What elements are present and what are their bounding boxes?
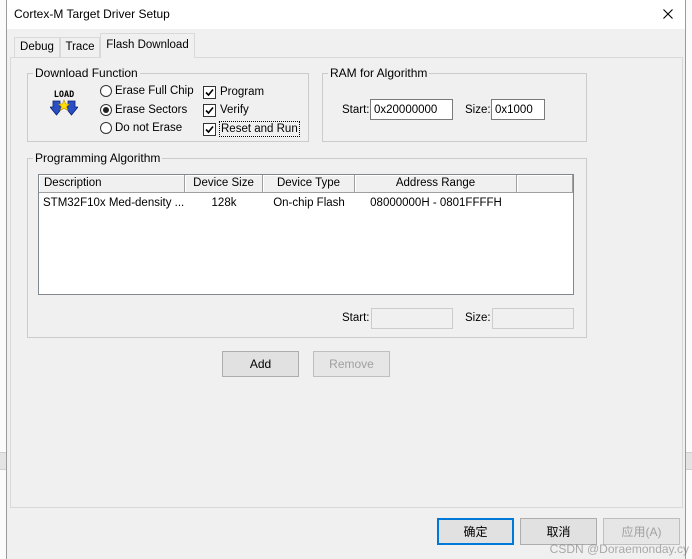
checkmark-icon [205, 106, 214, 114]
ram-start-input[interactable] [370, 99, 453, 120]
tab-debug[interactable]: Debug [14, 37, 60, 58]
column-header-filler [517, 175, 573, 193]
cell-device-size: 128k [211, 197, 237, 209]
download-function-group: Download Function LOAD Erase Full Chip E… [27, 66, 309, 142]
ok-button[interactable]: 确定 [437, 518, 514, 545]
checkbox-indicator[interactable] [203, 103, 216, 117]
tab-trace[interactable]: Trace [60, 37, 100, 58]
programming-algorithm-title: Programming Algorithm [33, 151, 163, 165]
algorithm-size-label: Size: [465, 312, 491, 324]
tab-flash-download-label: Flash Download [106, 39, 189, 51]
ram-size-label: Size: [465, 104, 491, 116]
ram-start-label: Start: [342, 104, 370, 116]
table-row[interactable]: STM32F10x Med-density ... 128k On-chip F… [39, 194, 517, 212]
radio-erase-sectors[interactable]: Erase Sectors [100, 102, 187, 118]
radio-erase-full-chip-label: Erase Full Chip [115, 85, 194, 97]
load-icon-text: LOAD [53, 90, 75, 100]
close-icon [663, 9, 673, 19]
tab-flash-download[interactable]: Flash Download [100, 33, 195, 58]
radio-indicator[interactable] [100, 122, 112, 134]
checkbox-verify-label: Verify [220, 104, 249, 116]
title-bar[interactable]: Cortex-M Target Driver Setup [7, 0, 685, 29]
cancel-button[interactable]: 取消 [520, 518, 597, 545]
column-header-device-type[interactable]: Device Type [263, 175, 355, 193]
radio-do-not-erase[interactable]: Do not Erase [100, 120, 182, 136]
checkbox-verify[interactable]: Verify [203, 102, 249, 118]
ram-for-algorithm-title: RAM for Algorithm [328, 66, 430, 80]
cell-device-type: On-chip Flash [273, 197, 345, 209]
algorithm-start-label: Start: [342, 312, 370, 324]
radio-indicator[interactable] [100, 85, 112, 97]
driver-setup-dialog: Cortex-M Target Driver Setup Debug Trace… [6, 0, 686, 559]
apply-button[interactable]: 应用(A) [603, 518, 680, 545]
remove-button[interactable]: Remove [313, 351, 390, 377]
radio-indicator[interactable] [100, 104, 112, 116]
tab-panel-flash-download: Download Function LOAD Erase Full Chip E… [10, 57, 683, 508]
algorithm-size-input[interactable] [492, 308, 574, 329]
tab-debug-label: Debug [20, 41, 54, 53]
download-function-title: Download Function [33, 66, 140, 80]
checkbox-program-label: Program [220, 86, 265, 98]
checkmark-icon [205, 88, 214, 96]
cell-description: STM32F10x Med-density ... [43, 197, 185, 209]
ram-for-algorithm-group: RAM for Algorithm Start: Size: [322, 66, 587, 142]
cell-address-range: 08000000H - 0801FFFFH [370, 197, 502, 209]
close-button[interactable] [656, 2, 680, 26]
checkbox-reset-and-run[interactable]: Reset and Run [203, 121, 300, 137]
add-button[interactable]: Add [222, 351, 299, 377]
checkbox-indicator[interactable] [203, 85, 216, 99]
programming-algorithm-group: Programming Algorithm Description Device… [27, 151, 587, 338]
checkbox-program[interactable]: Program [203, 84, 264, 100]
tab-trace-label: Trace [65, 41, 95, 53]
checkbox-reset-and-run-label: Reset and Run [219, 121, 300, 137]
checkmark-icon [205, 125, 214, 133]
column-header-address-range[interactable]: Address Range [355, 175, 517, 193]
radio-erase-full-chip[interactable]: Erase Full Chip [100, 83, 194, 99]
radio-do-not-erase-label: Do not Erase [115, 122, 183, 134]
ram-size-input[interactable] [491, 99, 545, 120]
radio-erase-sectors-label: Erase Sectors [115, 104, 188, 116]
list-header: Description Device Size Device Type Addr… [39, 175, 573, 193]
column-header-description[interactable]: Description [39, 175, 185, 193]
column-header-device-size[interactable]: Device Size [185, 175, 263, 193]
window-title: Cortex-M Target Driver Setup [14, 7, 170, 21]
checkbox-indicator[interactable] [203, 122, 216, 136]
load-icon: LOAD [50, 90, 78, 118]
algorithm-start-input[interactable] [371, 308, 453, 329]
algorithm-list[interactable]: Description Device Size Device Type Addr… [38, 174, 574, 295]
